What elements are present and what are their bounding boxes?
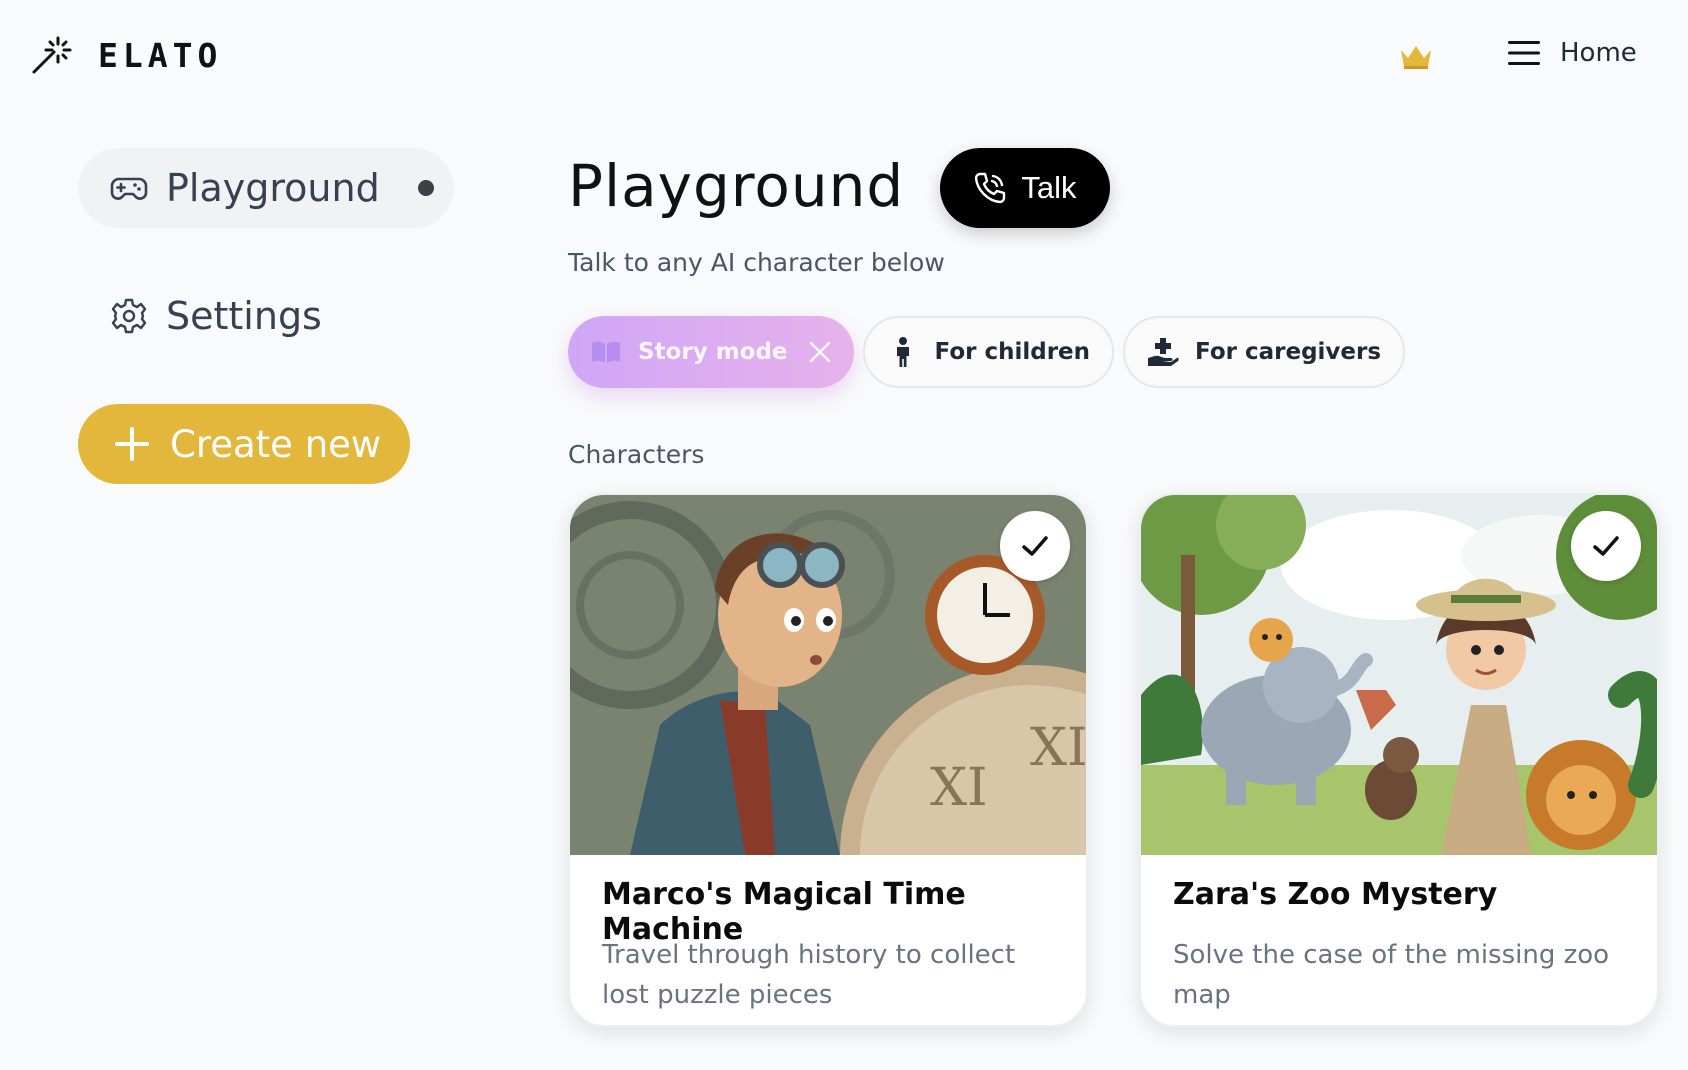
create-new-button[interactable]: Create new [78, 404, 410, 484]
character-card[interactable]: Zara's Zoo Mystery Solve the case of the… [1139, 493, 1659, 1027]
section-label: Characters [568, 440, 705, 469]
book-icon [590, 336, 622, 368]
filter-chip-for-children[interactable]: For children [862, 316, 1115, 388]
home-menu-button[interactable]: Home [1508, 38, 1637, 68]
plus-icon [114, 426, 150, 462]
selected-check[interactable] [1000, 511, 1070, 581]
talk-button[interactable]: Talk [940, 148, 1110, 228]
magic-wand-icon [30, 34, 72, 76]
close-icon[interactable] [808, 340, 832, 364]
gear-icon [110, 297, 148, 335]
character-image [1141, 495, 1657, 855]
page-subtitle: Talk to any AI character below [568, 248, 945, 277]
top-bar: ELATO Home [0, 0, 1688, 110]
caregiver-hand-icon [1147, 336, 1179, 368]
active-indicator-dot [418, 180, 434, 196]
sidebar-item-label: Playground [166, 166, 380, 210]
create-new-label: Create new [170, 422, 382, 466]
sidebar: Playground Settings Create new [78, 148, 458, 484]
svg-text:XI: XI [930, 758, 988, 818]
gamepad-icon [110, 169, 148, 207]
selected-check[interactable] [1571, 511, 1641, 581]
chip-label: For children [934, 339, 1091, 365]
character-description: Travel through history to collect lost p… [602, 940, 1016, 1010]
character-title: Zara's Zoo Mystery [1173, 877, 1498, 912]
hamburger-icon [1508, 40, 1540, 66]
brand-logo[interactable]: ELATO [30, 34, 222, 76]
sidebar-item-label: Settings [166, 294, 322, 338]
home-menu-label: Home [1560, 38, 1637, 68]
character-description: Solve the case of the missing zoo map [1173, 940, 1610, 1010]
checkmark-icon [1020, 531, 1050, 561]
page-title: Playground [568, 152, 905, 220]
filter-chips: Story mode For children For caregivers [568, 316, 1414, 388]
filter-chip-for-caregivers[interactable]: For caregivers [1123, 316, 1406, 388]
character-card[interactable]: XI XII Marco's Magi [568, 493, 1088, 1027]
child-icon [887, 336, 919, 368]
sidebar-item-settings[interactable]: Settings [78, 276, 458, 356]
filter-chip-story-mode[interactable]: Story mode [568, 316, 854, 388]
sidebar-item-playground[interactable]: Playground [78, 148, 454, 228]
character-image: XI XII [570, 495, 1086, 855]
brand-name: ELATO [98, 35, 223, 75]
phone-call-icon [973, 171, 1007, 205]
chip-label: For caregivers [1195, 339, 1382, 365]
checkmark-icon [1591, 531, 1621, 561]
svg-text:XII: XII [1030, 718, 1086, 778]
chip-label: Story mode [638, 339, 788, 365]
talk-label: Talk [1021, 170, 1077, 205]
crown-icon[interactable] [1398, 42, 1434, 70]
